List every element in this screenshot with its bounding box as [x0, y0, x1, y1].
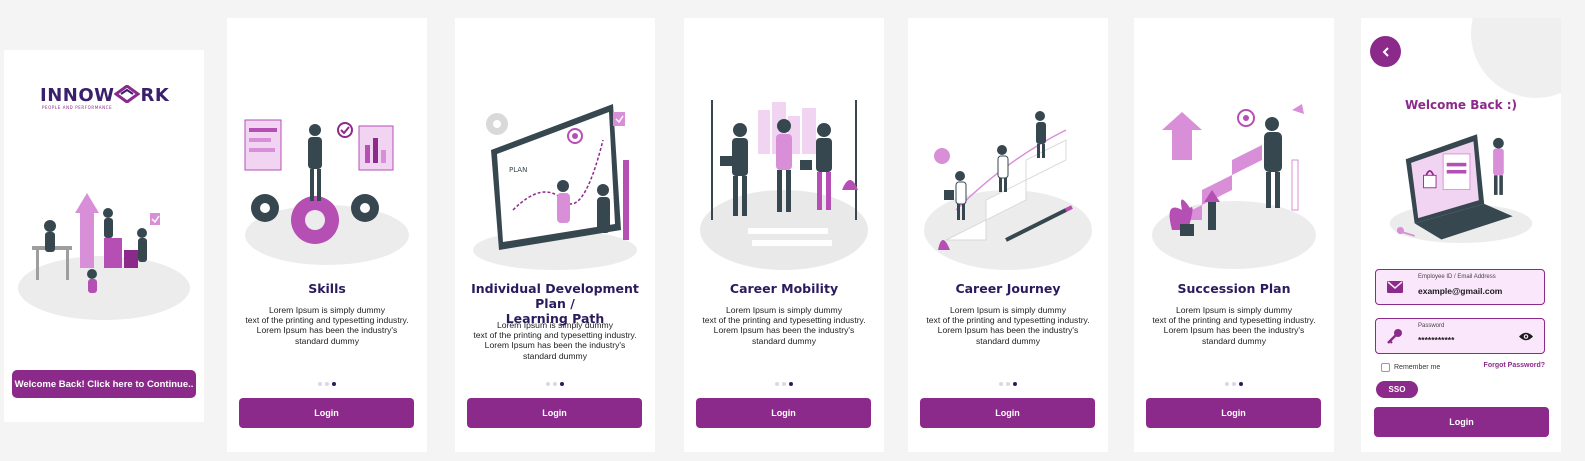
- key-icon: [1387, 329, 1402, 344]
- chevron-left-icon: [1382, 46, 1389, 57]
- password-field-label: Password: [1418, 323, 1445, 329]
- logo-text-left: INNOW: [40, 85, 115, 106]
- decorative-blob: [1471, 18, 1561, 98]
- sso-button[interactable]: SSO: [1376, 381, 1418, 398]
- continue-button[interactable]: Welcome Back! Click here to Continue..: [12, 370, 196, 398]
- onboarding-screen-career-journey: Career Journey Lorem Ipsum is simply dum…: [908, 18, 1108, 452]
- login-button[interactable]: Login: [239, 398, 414, 428]
- description-line: text of the printing and typesetting ind…: [473, 330, 637, 341]
- description-line: Lorem Ipsum has been the industry's: [937, 325, 1079, 336]
- login-button[interactable]: Login: [1374, 407, 1549, 437]
- remember-me-checkbox[interactable]: [1381, 363, 1390, 372]
- screen-title: Career Mobility: [729, 281, 839, 296]
- email-field[interactable]: Employee ID / Email Address example@gmai…: [1375, 269, 1545, 305]
- login-button[interactable]: Login: [920, 398, 1095, 428]
- logo-tagline: PEOPLE AND PERFORMANCE: [42, 105, 113, 110]
- onboarding-screen-learning-path: PLAN Individual Development Plan / Learn…: [455, 18, 655, 452]
- email-field-label: Employee ID / Email Address: [1418, 274, 1496, 280]
- description-line: text of the printing and typesetting ind…: [1152, 315, 1316, 326]
- description-line: Lorem Ipsum is simply dummy: [949, 305, 1067, 315]
- page-dot[interactable]: [553, 382, 557, 386]
- page-indicator: [908, 382, 1108, 386]
- screen-description: Lorem Ipsum is simply dummy text of the …: [1146, 305, 1322, 346]
- screen-title: Succession Plan: [1177, 281, 1291, 296]
- career-mobility-illustration: [700, 100, 868, 270]
- learning-path-illustration: PLAN: [473, 104, 637, 270]
- description-line: Lorem Ipsum is simply dummy: [496, 320, 614, 330]
- page-dot[interactable]: [782, 382, 786, 386]
- onboarding-screen-skills: Skills Lorem Ipsum is simply dummy text …: [227, 18, 427, 452]
- page-dot[interactable]: [999, 382, 1003, 386]
- welcome-title: Welcome Back :): [1404, 98, 1518, 112]
- description-line: standard dummy: [522, 350, 587, 361]
- page-dot-active[interactable]: [1013, 382, 1017, 386]
- description-line: Lorem Ipsum has been the industry's: [484, 340, 626, 351]
- page-indicator: [1134, 382, 1334, 386]
- login-screen: Welcome Back :) Employee ID / Email Addr…: [1361, 18, 1561, 452]
- innowork-logo: INNOW RK PEOPLE AND PERFORMANCE: [40, 85, 180, 115]
- title-line: Individual Development Plan /: [471, 281, 639, 311]
- onboarding-screen-succession-plan: Succession Plan Lorem Ipsum is simply du…: [1134, 18, 1334, 452]
- email-field-value[interactable]: example@gmail.com: [1418, 286, 1502, 296]
- page-dot[interactable]: [325, 382, 329, 386]
- description-line: text of the printing and typesetting ind…: [245, 315, 409, 326]
- description-line: Lorem Ipsum is simply dummy: [268, 305, 386, 315]
- page-dot[interactable]: [1232, 382, 1236, 386]
- login-illustration: [1389, 134, 1533, 244]
- password-field-value[interactable]: ***********: [1418, 335, 1454, 345]
- back-button[interactable]: [1370, 36, 1401, 67]
- splash-screen: INNOW RK PEOPLE AND PERFORMANCE Welcome B…: [4, 50, 204, 422]
- password-field[interactable]: Password ***********: [1375, 318, 1545, 354]
- screen-description: Lorem Ipsum is simply dummy text of the …: [239, 305, 415, 346]
- page-dot-active[interactable]: [332, 382, 336, 386]
- page-dot[interactable]: [546, 382, 550, 386]
- page-dot[interactable]: [1006, 382, 1010, 386]
- login-button[interactable]: Login: [696, 398, 871, 428]
- team-growth-illustration: [18, 193, 190, 320]
- description-line: Lorem Ipsum has been the industry's: [713, 325, 855, 336]
- board-plan-label: PLAN: [509, 166, 527, 174]
- description-line: Lorem Ipsum has been the industry's: [256, 325, 398, 336]
- description-line: Lorem Ipsum is simply dummy: [1175, 305, 1293, 315]
- remember-me-label: Remember me: [1394, 364, 1441, 371]
- page-dot-active[interactable]: [560, 382, 564, 386]
- remember-me[interactable]: Remember me: [1381, 363, 1440, 372]
- description-line: standard dummy: [1201, 335, 1266, 346]
- logo-text-right: RK: [140, 85, 170, 106]
- screen-description: Lorem Ipsum is simply dummy text of the …: [920, 305, 1096, 346]
- login-button[interactable]: Login: [1146, 398, 1321, 428]
- succession-plan-illustration: [1152, 104, 1316, 269]
- login-button[interactable]: Login: [467, 398, 642, 428]
- page-dot-active[interactable]: [1239, 382, 1243, 386]
- description-line: Lorem Ipsum is simply dummy: [725, 305, 843, 315]
- career-journey-illustration: [924, 111, 1092, 270]
- description-line: standard dummy: [975, 335, 1040, 346]
- onboarding-screen-career-mobility: Career Mobility Lorem Ipsum is simply du…: [684, 18, 884, 452]
- eye-icon[interactable]: [1518, 331, 1534, 342]
- forgot-password-link[interactable]: Forgot Password?: [1484, 362, 1545, 369]
- screen-description: Lorem Ipsum is simply dummy text of the …: [467, 320, 643, 361]
- page-dot[interactable]: [775, 382, 779, 386]
- page-dot[interactable]: [1225, 382, 1229, 386]
- skills-illustration: [244, 119, 409, 265]
- mail-icon: [1387, 281, 1403, 293]
- description-line: standard dummy: [294, 335, 359, 346]
- page-dot[interactable]: [318, 382, 322, 386]
- screen-title: Career Journey: [955, 281, 1061, 296]
- logo-diamond-icon: [114, 85, 141, 103]
- page-indicator: [227, 382, 427, 386]
- screen-title: Skills: [308, 281, 346, 296]
- description-line: Lorem Ipsum has been the industry's: [1163, 325, 1305, 336]
- description-line: text of the printing and typesetting ind…: [926, 315, 1090, 326]
- screen-description: Lorem Ipsum is simply dummy text of the …: [696, 305, 872, 346]
- page-indicator: [684, 382, 884, 386]
- description-line: text of the printing and typesetting ind…: [702, 315, 866, 326]
- page-indicator: [455, 382, 655, 386]
- page-dot-active[interactable]: [789, 382, 793, 386]
- description-line: standard dummy: [751, 335, 816, 346]
